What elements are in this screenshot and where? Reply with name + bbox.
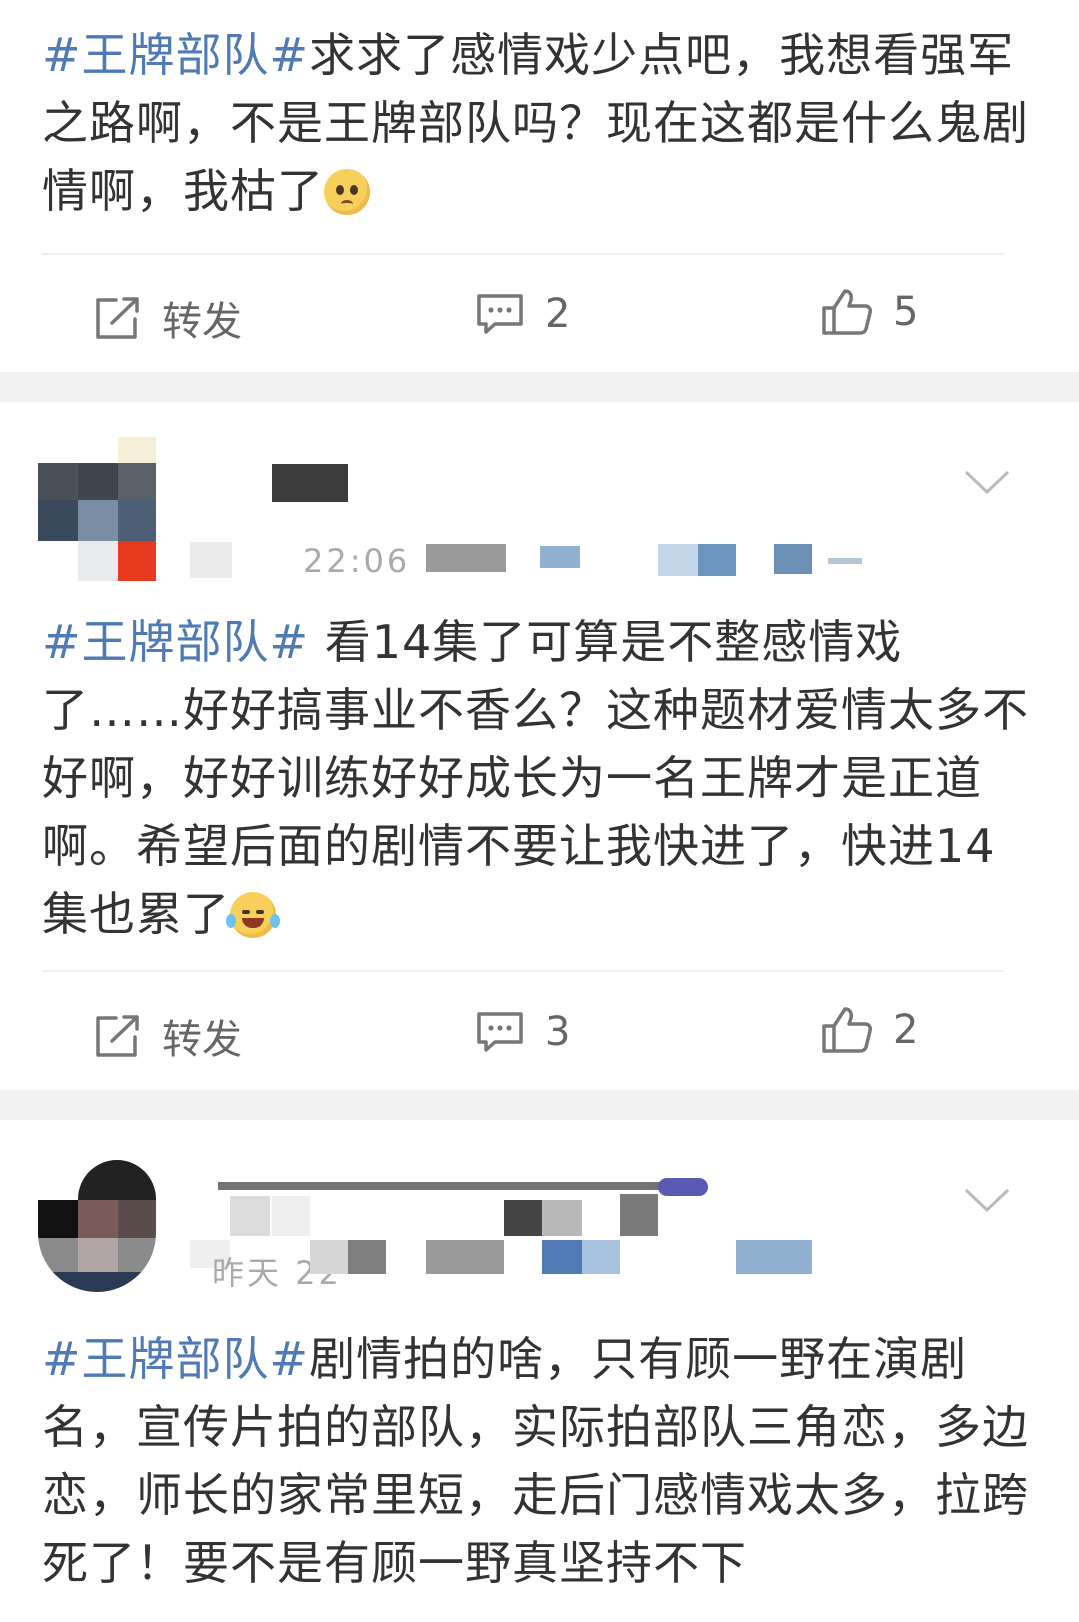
comment-count: 2: [545, 291, 571, 337]
like-count: 5: [893, 289, 919, 335]
post-text: #王牌部队# 看14集了可算是不整感情戏了……好好搞事业不香么？这种题材爱情太多…: [42, 608, 1032, 948]
avatar[interactable]: [38, 437, 156, 581]
username-redacted[interactable]: [190, 1172, 720, 1242]
divider: [42, 253, 1004, 255]
share-square-icon: [96, 1015, 139, 1057]
like-button[interactable]: 5: [821, 287, 918, 337]
comment-count: 3: [545, 1009, 571, 1055]
comment-bubble-icon: [477, 294, 523, 334]
repost-button[interactable]: 转发: [94, 289, 242, 347]
like-button[interactable]: 2: [821, 1005, 918, 1055]
topic-link[interactable]: #王牌部队#: [42, 1332, 309, 1386]
chevron-down-icon[interactable]: [963, 1186, 1011, 1214]
thumbs-up-icon: [822, 1007, 872, 1053]
feed-separator: [0, 1090, 1079, 1120]
comment-button[interactable]: 2: [475, 291, 570, 337]
share-square-icon: [96, 297, 139, 339]
chevron-down-icon[interactable]: [963, 468, 1011, 496]
sad-emoji-icon: [324, 169, 370, 215]
post-time: 22:06: [303, 542, 411, 580]
laughing-crying-emoji-icon: [226, 892, 280, 938]
post-text: #王牌部队#求求了感情戏少点吧，我想看强军之路啊，不是王牌部队吗？现在这都是什么…: [42, 21, 1032, 225]
repost-label: 转发: [162, 299, 242, 345]
repost-label: 转发: [162, 1017, 242, 1063]
repost-button[interactable]: 转发: [94, 1007, 242, 1065]
like-count: 2: [893, 1007, 919, 1053]
comment-bubble-icon: [477, 1012, 523, 1052]
post-meta: 22:06: [190, 538, 880, 580]
topic-link[interactable]: #王牌部队#: [42, 28, 309, 82]
feed-separator: [0, 372, 1079, 402]
post-card: 昨天 22 #王牌部队#剧情拍的啥，只有顾一野在演剧名，宣传片拍的部队，实际拍部…: [0, 1120, 1079, 1622]
topic-link[interactable]: #王牌部队#: [42, 615, 309, 669]
thumbs-up-icon: [822, 289, 872, 335]
divider: [42, 970, 1004, 972]
post-meta: 昨天 22: [190, 1238, 830, 1292]
post-card: #王牌部队#求求了感情戏少点吧，我想看强军之路啊，不是王牌部队吗？现在这都是什么…: [0, 0, 1079, 372]
comment-button[interactable]: 3: [475, 1009, 570, 1055]
avatar[interactable]: [38, 1160, 156, 1292]
post-card: 22:06 #王牌部队# 看14集了可算是不整感情戏了……好好搞事业不香么？这种…: [0, 402, 1079, 1090]
username-redacted[interactable]: [272, 464, 348, 502]
post-text: #王牌部队#剧情拍的啥，只有顾一野在演剧名，宣传片拍的部队，实际拍部队三角恋，多…: [42, 1325, 1032, 1597]
